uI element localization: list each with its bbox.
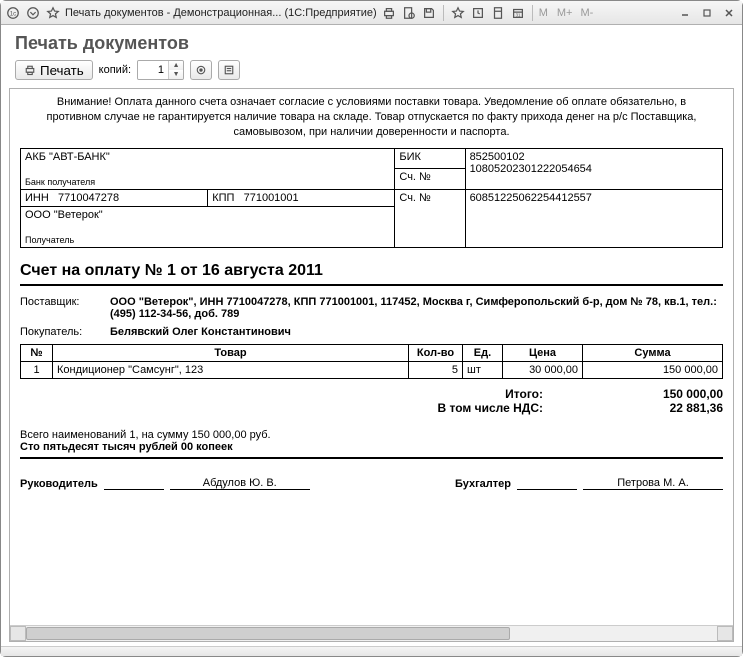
bik-label: БИК: [395, 148, 465, 169]
toolbar-separator: [532, 5, 533, 21]
window-titlebar: 1c Печать документов - Демонстрационная.…: [1, 1, 742, 25]
hscroll-thumb[interactable]: [26, 627, 510, 640]
template-button[interactable]: [190, 60, 212, 80]
buyer-label: Покупатель:: [20, 326, 110, 338]
memory-mminus[interactable]: M-: [580, 7, 593, 19]
horizontal-scrollbar[interactable]: [10, 625, 733, 641]
item-sum: 150 000,00: [583, 361, 723, 378]
print-button-label: Печать: [40, 63, 84, 78]
document-wrapper: Внимание! Оплата данного счета означает …: [9, 88, 734, 642]
copies-spinner[interactable]: ▲ ▼: [137, 60, 184, 80]
table-row: 1 Кондиционер "Самсунг", 123 5 шт 30 000…: [21, 361, 723, 378]
printer-icon: [24, 64, 36, 76]
items-table: № Товар Кол-во Ед. Цена Сумма 1 Кондицио…: [20, 344, 723, 379]
total-label: Итого:: [505, 387, 543, 401]
notice-text: Внимание! Оплата данного счета означает …: [47, 95, 697, 140]
copies-label: копий:: [99, 64, 131, 76]
app-logo-icon: 1c: [5, 5, 21, 21]
save-icon[interactable]: [421, 5, 437, 21]
buyer-row: Покупатель: Белявский Олег Константинови…: [20, 326, 723, 338]
corr-account-value: 10805202301222054654: [470, 163, 718, 175]
col-price: Цена: [503, 344, 583, 361]
summary-line: Всего наименований 1, на сумму 150 000,0…: [20, 429, 723, 441]
svg-text:31: 31: [515, 12, 520, 17]
kpp-label: КПП: [212, 192, 234, 204]
toolbar-separator: [443, 5, 444, 21]
calculator-icon[interactable]: [490, 5, 506, 21]
col-unit: Ед.: [463, 344, 503, 361]
col-sum: Сумма: [583, 344, 723, 361]
inn-label: ИНН: [25, 192, 49, 204]
item-num: 1: [21, 361, 53, 378]
vat-label: В том числе НДС:: [438, 401, 543, 415]
hscroll-right[interactable]: [717, 626, 733, 641]
bank-name: АКБ "АВТ-БАНК": [25, 151, 390, 163]
item-name: Кондиционер "Самсунг", 123: [53, 361, 409, 378]
bik-value: 852500102: [470, 151, 718, 163]
document: Внимание! Оплата данного счета означает …: [10, 89, 733, 510]
print-small-icon[interactable]: [381, 5, 397, 21]
statusbar: [1, 646, 742, 656]
document-scroll[interactable]: Внимание! Оплата данного счета означает …: [10, 89, 733, 625]
supplier-row: Поставщик: ООО "Ветерок", ИНН 7710047278…: [20, 296, 723, 320]
account-label-1: Сч. №: [395, 169, 465, 190]
close-button[interactable]: [720, 5, 738, 21]
supplier-label: Поставщик:: [20, 296, 110, 320]
star-outline-icon[interactable]: [45, 5, 61, 21]
settings-button[interactable]: [218, 60, 240, 80]
svg-text:1c: 1c: [10, 10, 16, 17]
page-title: Печать документов: [15, 33, 728, 54]
recipient-name: ООО "Ветерок": [25, 209, 390, 221]
bank-details-table: АКБ "АВТ-БАНК" Банк получателя БИК 85250…: [20, 148, 723, 248]
summary-divider: [20, 457, 723, 459]
preview-icon[interactable]: [401, 5, 417, 21]
account-value: 60851225062254412557: [465, 189, 722, 247]
invoice-title: Счет на оплату № 1 от 16 августа 2011: [20, 262, 723, 280]
minimize-button[interactable]: [676, 5, 694, 21]
item-unit: шт: [463, 361, 503, 378]
memory-m[interactable]: M: [539, 7, 549, 19]
summary-words: Сто пятьдесят тысяч рублей 00 копеек: [20, 441, 723, 453]
supplier-value: ООО "Ветерок", ИНН 7710047278, КПП 77100…: [110, 296, 723, 320]
col-qty: Кол-во: [409, 344, 463, 361]
totals: Итого: 150 000,00 В том числе НДС: 22 88…: [20, 387, 723, 415]
summary: Всего наименований 1, на сумму 150 000,0…: [20, 429, 723, 453]
inn-value: 7710047278: [58, 192, 119, 204]
copies-down[interactable]: ▼: [169, 70, 183, 79]
accountant-label: Бухгалтер: [455, 478, 511, 490]
maximize-button[interactable]: [698, 5, 716, 21]
print-button[interactable]: Печать: [15, 60, 93, 80]
signatures: Руководитель Абдулов Ю. В. Бухгалтер Пет…: [20, 477, 723, 490]
window-title: Печать документов - Демонстрационная... …: [65, 7, 377, 19]
col-num: №: [21, 344, 53, 361]
col-name: Товар: [53, 344, 409, 361]
kpp-value: 771001001: [244, 192, 299, 204]
item-qty: 5: [409, 361, 463, 378]
account-label-2: Сч. №: [395, 189, 465, 247]
hscroll-left[interactable]: [10, 626, 26, 641]
director-label: Руководитель: [20, 478, 98, 490]
director-name: Абдулов Ю. В.: [170, 477, 310, 490]
accountant-sign-line: [517, 489, 577, 490]
page-header: Печать документов Печать копий: ▲ ▼: [1, 25, 742, 86]
accountant-name: Петрова М. А.: [583, 477, 723, 490]
dropdown-icon[interactable]: [25, 5, 41, 21]
copies-up[interactable]: ▲: [169, 61, 183, 70]
director-sign-line: [104, 489, 164, 490]
bank-recipient-label: Банк получателя: [25, 177, 390, 187]
memory-mplus[interactable]: M+: [557, 7, 573, 19]
history-icon[interactable]: [470, 5, 486, 21]
favorite-icon[interactable]: [450, 5, 466, 21]
buyer-value: Белявский Олег Константинович: [110, 326, 723, 338]
calendar-icon[interactable]: 31: [510, 5, 526, 21]
item-price: 30 000,00: [503, 361, 583, 378]
total-value: 150 000,00: [583, 387, 723, 401]
copies-input[interactable]: [138, 61, 168, 79]
recipient-label: Получатель: [25, 235, 390, 245]
title-divider: [20, 284, 723, 286]
vat-value: 22 881,36: [583, 401, 723, 415]
toolbar: Печать копий: ▲ ▼: [15, 60, 728, 80]
